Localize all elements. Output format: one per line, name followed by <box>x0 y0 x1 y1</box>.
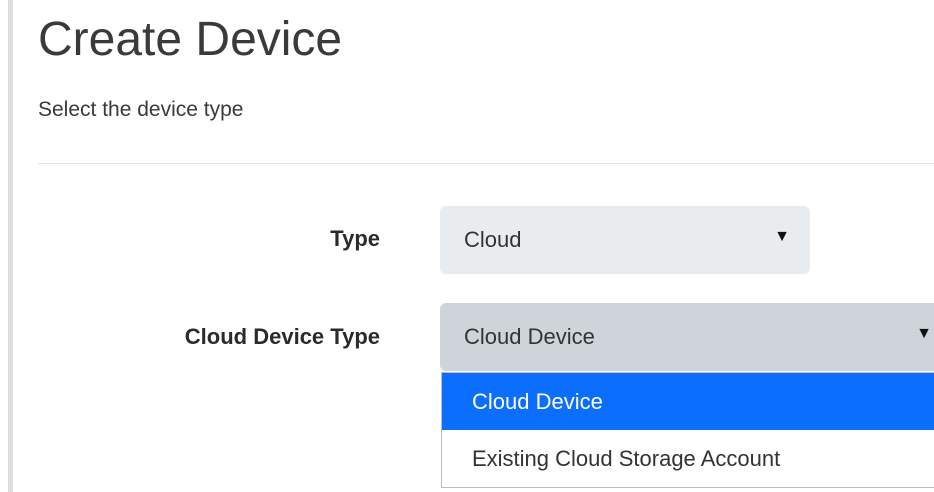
page-title: Create Device <box>38 13 343 66</box>
section-divider <box>38 163 934 164</box>
page-subtitle: Select the device type <box>38 98 244 121</box>
left-border-rule <box>8 0 13 492</box>
option-cloud-device[interactable]: Cloud Device <box>442 373 934 430</box>
cloud-device-type-label: Cloud Device Type <box>184 324 380 349</box>
cloud-device-type-select-value: Cloud Device <box>464 324 595 349</box>
option-existing-cloud-storage-account[interactable]: Existing Cloud Storage Account <box>442 430 934 487</box>
type-select[interactable]: Cloud ▼ <box>440 206 810 274</box>
cloud-device-type-select[interactable]: Cloud Device ▼ <box>440 303 934 371</box>
type-label: Type <box>330 226 380 251</box>
cloud-device-type-dropdown: Cloud Device Existing Cloud Storage Acco… <box>441 372 934 488</box>
type-select-value: Cloud <box>464 227 522 252</box>
caret-down-icon: ▼ <box>774 228 790 245</box>
caret-down-icon: ▼ <box>916 325 932 342</box>
